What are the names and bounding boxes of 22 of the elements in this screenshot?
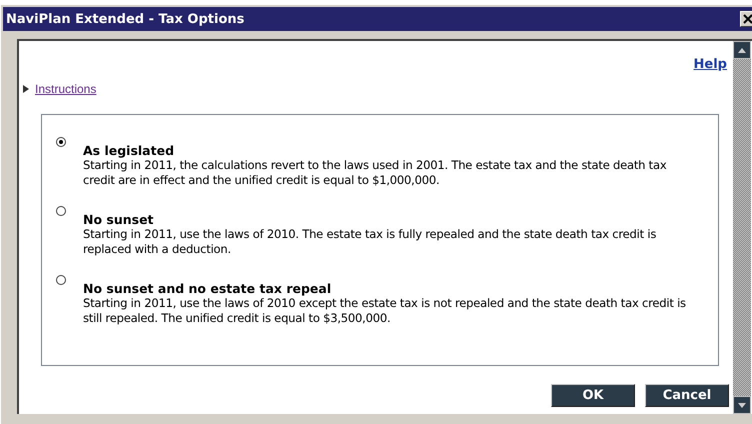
up-arrow-icon	[738, 48, 746, 52]
cancel-button[interactable]: Cancel	[645, 384, 729, 407]
radio-button[interactable]	[56, 275, 66, 285]
window-title: NaviPlan Extended - Tax Options	[6, 12, 244, 26]
scrollbar[interactable]	[733, 41, 751, 414]
down-arrow-icon	[738, 402, 746, 408]
expand-arrow-icon[interactable]	[23, 85, 29, 93]
radio-button[interactable]	[56, 137, 66, 147]
option-description: Starting in 2011, the calculations revert to the laws used in 2001. The estate tax and the state death tax credit are in effect and the unified credit is equal to $1,000,000.	[83, 158, 668, 188]
close-button[interactable]	[740, 11, 752, 27]
option-title: No sunset	[83, 212, 155, 227]
option-description: Starting in 2011, use the laws of 2010 except the estate tax is not repealed and the state death tax credit is still repealed. The unified credit is equal to $3,500,000.	[83, 296, 687, 326]
option-title: As legislated	[83, 143, 176, 158]
ok-button[interactable]: OK	[551, 384, 635, 407]
scroll-up-button[interactable]	[733, 41, 751, 59]
scroll-down-button[interactable]	[733, 396, 751, 414]
radio-button[interactable]	[56, 206, 66, 216]
option-description: Starting in 2011, use the laws of 2010. The estate tax is fully repealed and the state death tax credit is replaced with a deduction.	[83, 227, 658, 257]
help-link[interactable]: Help	[694, 57, 727, 72]
close-icon	[743, 14, 752, 24]
instructions-link[interactable]: Instructions	[35, 82, 96, 96]
option-title: No sunset and no estate tax repeal	[83, 281, 332, 296]
